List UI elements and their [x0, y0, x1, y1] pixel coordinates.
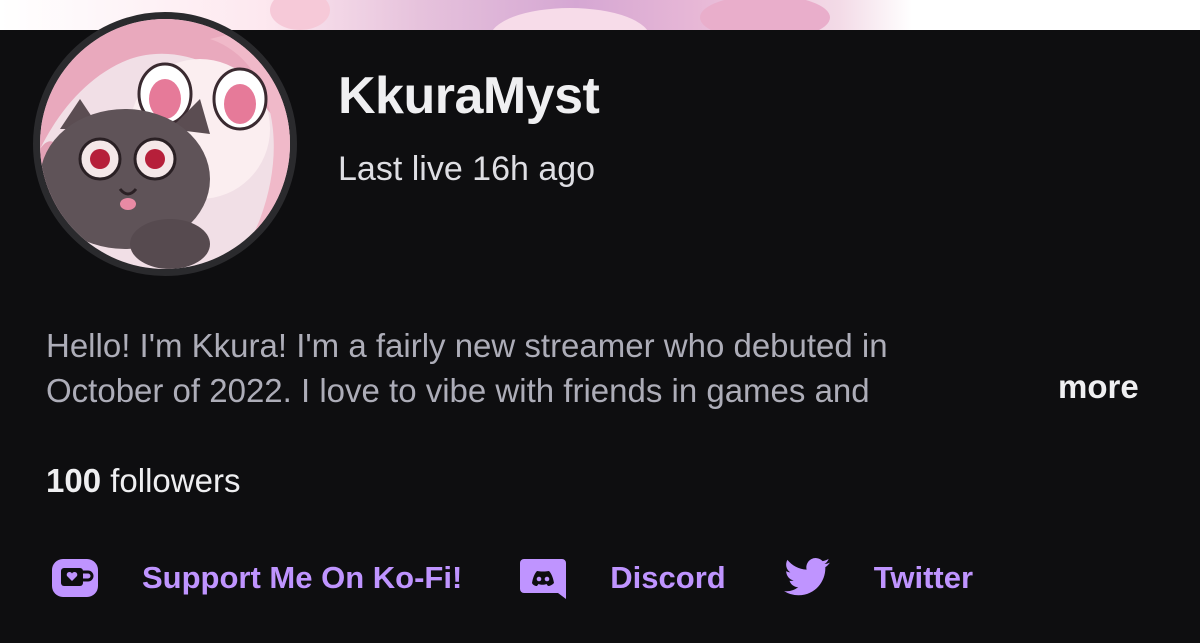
- last-live-status: Last live 16h ago: [338, 150, 596, 188]
- discord-icon: [518, 553, 568, 603]
- kofi-icon: [50, 553, 100, 603]
- more-button[interactable]: more: [1058, 368, 1139, 406]
- followers-count: 100 followers: [46, 462, 240, 500]
- avatar-illustration: [40, 19, 290, 269]
- bio-line-2: October of 2022. I love to vibe with fri…: [46, 368, 1006, 413]
- channel-name: KkuraMyst: [338, 67, 600, 125]
- twitter-icon: [782, 553, 832, 603]
- discord-link[interactable]: Discord: [518, 553, 726, 603]
- followers-number: 100: [46, 462, 102, 499]
- kofi-label: Support Me On Ko-Fi!: [142, 560, 463, 595]
- social-links: Support Me On Ko-Fi! Discord Twitter: [50, 553, 973, 603]
- followers-label: followers: [110, 462, 241, 499]
- bio-line-1: Hello! I'm Kkura! I'm a fairly new strea…: [46, 327, 888, 364]
- kofi-link[interactable]: Support Me On Ko-Fi!: [50, 553, 462, 603]
- discord-label: Discord: [610, 560, 726, 595]
- twitter-link[interactable]: Twitter: [782, 553, 973, 603]
- twitter-label: Twitter: [873, 560, 974, 595]
- avatar[interactable]: [33, 12, 297, 276]
- bio-line-2-text: October of 2022. I love to vibe with fri…: [46, 372, 870, 409]
- channel-bio: Hello! I'm Kkura! I'm a fairly new strea…: [46, 323, 1136, 413]
- bio-fade: [946, 368, 1006, 413]
